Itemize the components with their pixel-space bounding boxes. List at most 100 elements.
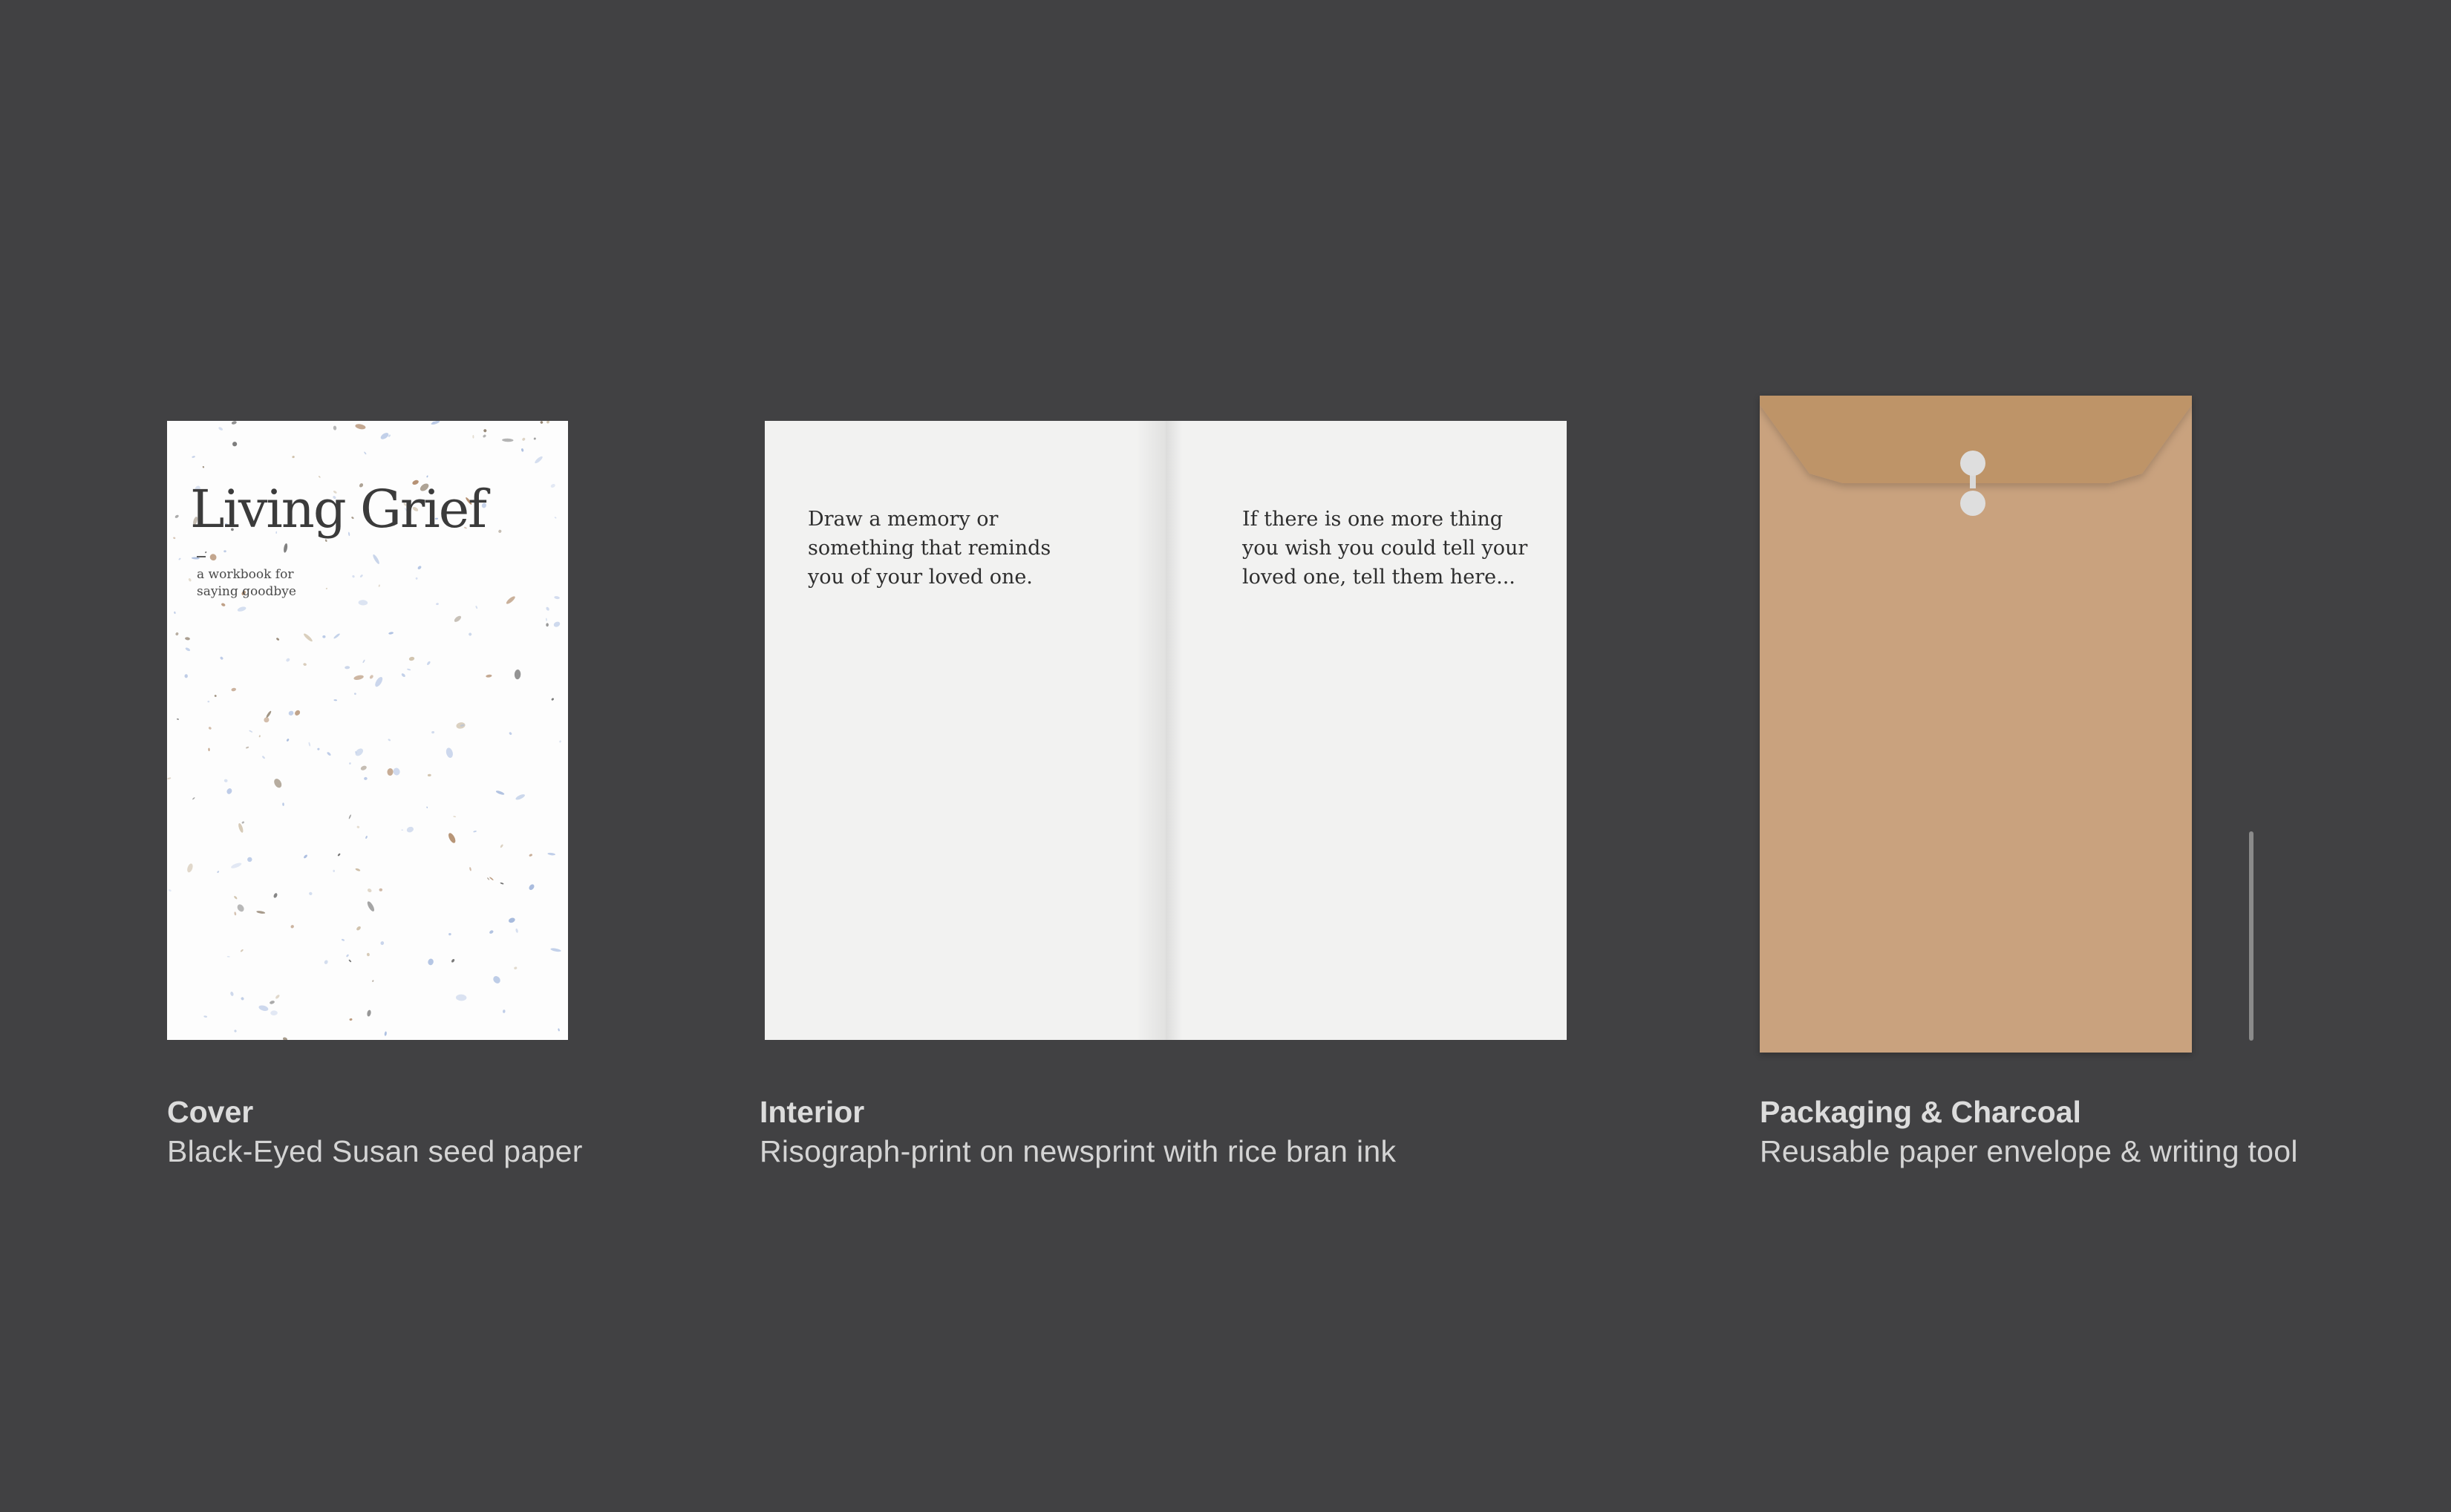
caption-title: Interior: [760, 1095, 865, 1129]
seed-speckle: [231, 863, 242, 868]
seed-speckle: [346, 954, 349, 958]
caption-description: Black-Eyed Susan seed paper: [167, 1134, 583, 1168]
seed-speckle: [241, 821, 244, 824]
seed-speckle: [308, 742, 311, 747]
seed-speckle: [554, 517, 557, 519]
seed-speckle: [238, 823, 244, 833]
seed-speckle: [173, 537, 176, 540]
seed-speckle: [375, 676, 383, 687]
seed-speckle: [237, 904, 244, 912]
seed-speckle: [226, 788, 232, 794]
seed-speckle: [489, 877, 494, 880]
seed-speckle: [282, 802, 284, 806]
seed-speckle: [448, 833, 456, 843]
seed-speckle: [509, 732, 512, 736]
seed-speckle: [367, 901, 375, 912]
seed-speckle: [522, 437, 526, 441]
seed-speckle: [515, 928, 518, 933]
envelope-mockup: [1760, 396, 2192, 1053]
seed-speckle: [431, 730, 435, 734]
seed-speckle: [388, 739, 391, 742]
seed-speckle: [187, 863, 193, 873]
seed-speckle: [454, 615, 462, 622]
seed-speckle: [503, 1009, 506, 1013]
cover-mockup: Living Grief a workbook for saying goodb…: [167, 421, 568, 1040]
seed-speckle: [234, 896, 238, 900]
seed-speckle: [325, 587, 327, 589]
seed-speckle: [208, 727, 212, 730]
seed-speckle: [514, 670, 521, 680]
seed-speckle: [546, 421, 549, 424]
seed-speckle: [553, 621, 561, 627]
seed-speckle: [407, 668, 411, 671]
seed-speckle: [286, 739, 290, 742]
seed-speckle: [473, 831, 477, 833]
seed-speckle: [175, 632, 179, 636]
seed-speckle: [342, 938, 345, 941]
seed-speckle: [559, 740, 561, 743]
seed-speckle: [554, 596, 560, 600]
seed-speckle: [288, 710, 294, 716]
seed-speckle: [226, 955, 230, 958]
seed-speckle: [256, 911, 266, 914]
seed-speckle: [231, 421, 237, 425]
seed-speckle: [487, 877, 490, 880]
seed-speckle: [275, 995, 280, 999]
seed-speckle: [167, 777, 172, 779]
seed-speckle: [365, 836, 368, 839]
seed-speckle: [237, 606, 247, 612]
seed-speckle: [266, 710, 272, 719]
left-page-prompt: Draw a memory or something that reminds …: [808, 508, 1051, 589]
seed-speckle: [178, 557, 181, 560]
seed-speckle: [521, 448, 524, 452]
seed-speckle: [367, 888, 372, 893]
seed-speckle: [220, 656, 223, 660]
seed-speckle: [276, 638, 280, 641]
seed-speckle: [230, 991, 234, 996]
seed-speckle: [234, 1030, 237, 1032]
seed-speckle: [364, 451, 367, 455]
seed-speckle: [333, 425, 337, 431]
seed-speckle: [324, 960, 328, 964]
seed-speckle: [366, 952, 370, 957]
seed-speckle: [426, 806, 428, 808]
seed-speckle: [356, 926, 361, 931]
seed-speckle: [546, 606, 549, 611]
seed-speckle: [309, 891, 313, 896]
seed-speckle: [428, 958, 434, 966]
caption-interior: Interior Risograph-print on newsprint wi…: [760, 1091, 1396, 1170]
seed-speckle: [355, 868, 361, 871]
cover-subtitle-line-1: a workbook for: [197, 567, 294, 582]
seed-speckle: [283, 1037, 287, 1040]
seed-speckle: [469, 867, 471, 871]
seed-speckle: [469, 632, 472, 636]
caption-title: Cover: [167, 1095, 254, 1129]
seed-speckle: [546, 618, 547, 621]
seed-speckle: [354, 693, 356, 696]
seed-speckle: [540, 421, 544, 424]
caption-description: Risograph-print on newsprint with rice b…: [760, 1134, 1397, 1168]
seed-speckle: [546, 623, 549, 627]
button-stud-top: [1960, 451, 1985, 476]
seed-speckle: [380, 433, 389, 439]
seed-speckle: [372, 980, 374, 982]
seed-speckle: [218, 427, 223, 431]
seed-speckle: [204, 551, 207, 554]
seed-speckle: [401, 829, 403, 831]
seed-speckle: [514, 966, 518, 969]
seed-speckle: [550, 948, 561, 952]
seed-speckle: [202, 465, 205, 468]
seed-speckle: [388, 632, 394, 635]
caption-cover: Cover Black-Eyed Susan seed paper: [167, 1091, 583, 1170]
seed-speckle: [529, 884, 535, 890]
seed-speckle: [249, 730, 253, 733]
seed-speckle: [295, 710, 301, 716]
seed-speckle: [217, 871, 220, 874]
seed-speckle: [356, 825, 360, 828]
seed-speckle: [185, 637, 190, 641]
seed-speckle: [408, 656, 415, 661]
seed-speckle: [234, 912, 237, 916]
seed-speckle: [483, 429, 487, 433]
seed-speckle: [270, 1010, 278, 1016]
seed-speckle: [406, 826, 414, 833]
